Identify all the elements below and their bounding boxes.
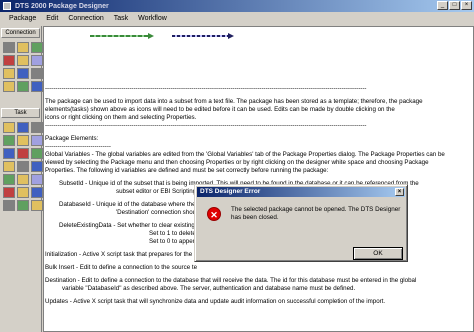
- transfer-db-icon[interactable]: [31, 174, 43, 185]
- connection-panel-header[interactable]: Connection: [1, 28, 40, 38]
- annotation-line: Updates - Active X script task that will…: [45, 298, 386, 305]
- olap-task-icon[interactable]: [31, 200, 43, 211]
- success-arrow-head: [148, 33, 154, 39]
- transfer-logins-icon[interactable]: [3, 187, 15, 198]
- completion-arrow-head: [228, 33, 234, 39]
- mail-icon[interactable]: [31, 135, 43, 146]
- execute-sql-icon[interactable]: [3, 135, 15, 146]
- excel-icon[interactable]: [31, 42, 43, 53]
- dynamic-props-icon[interactable]: [3, 174, 15, 185]
- maximize-button[interactable]: □: [449, 1, 460, 10]
- app-icon[interactable]: [3, 2, 11, 10]
- odbc-dsn-icon[interactable]: [17, 81, 29, 92]
- window-controls: _ □ ×: [437, 1, 472, 10]
- menu-edit[interactable]: Edit: [41, 15, 63, 22]
- menu-connection[interactable]: Connection: [63, 15, 108, 22]
- transform-task-icon[interactable]: [17, 122, 29, 133]
- annotation-line: The package can be used to import data i…: [45, 98, 423, 105]
- annotation-line: Global Variables - The global variables …: [45, 151, 445, 158]
- transfer-jobs-icon[interactable]: [17, 187, 29, 198]
- toolbox: Connection Task: [0, 26, 43, 332]
- close-button[interactable]: ×: [461, 1, 472, 10]
- other-connection-icon[interactable]: [31, 81, 43, 92]
- transfer-procs-icon[interactable]: [3, 200, 15, 211]
- error-dialog: DTS Designer Error × ✕ The selected pack…: [194, 184, 408, 262]
- paradox-icon[interactable]: [31, 68, 43, 79]
- title-bar: DTS 2000 Package Designer _ □ ×: [0, 0, 474, 12]
- connection-icons: [0, 40, 43, 94]
- task-panel-header[interactable]: Task: [1, 108, 40, 118]
- task-icons: [0, 120, 43, 213]
- data-link-icon[interactable]: [3, 81, 15, 92]
- dialog-title-bar[interactable]: DTS Designer Error ×: [197, 187, 405, 197]
- dialog-title: DTS Designer Error: [200, 188, 261, 195]
- menu-package[interactable]: Package: [4, 15, 41, 22]
- sql-server-icon[interactable]: [3, 42, 15, 53]
- annotation-line: Bulk Insert - Edit to define a connectio…: [45, 264, 198, 271]
- minimize-button[interactable]: _: [437, 1, 448, 10]
- annotation-line: elements(tasks) shown above as icons wil…: [45, 106, 395, 113]
- copy-objects-icon[interactable]: [3, 148, 15, 159]
- package-task-icon[interactable]: [31, 161, 43, 172]
- script-task-icon[interactable]: [3, 122, 15, 133]
- annotation-line: variable "DatabaseId" as described above…: [62, 285, 356, 292]
- data-mining-icon[interactable]: [3, 161, 15, 172]
- message-queue-icon[interactable]: [17, 148, 29, 159]
- workflow-arrow-success[interactable]: [90, 33, 154, 39]
- annotation-line: ----------------------------------------…: [45, 85, 367, 92]
- window-title: DTS 2000 Package Designer: [15, 2, 109, 10]
- menu-workflow[interactable]: Workflow: [133, 15, 172, 22]
- oracle-icon[interactable]: [31, 55, 43, 66]
- error-icon: ✕: [207, 207, 221, 221]
- bulk-insert-icon[interactable]: [31, 122, 43, 133]
- annotation-line: ----------------------------------------…: [45, 122, 367, 129]
- html-icon[interactable]: [17, 68, 29, 79]
- ok-button[interactable]: OK: [353, 247, 403, 260]
- process-task-icon[interactable]: [17, 161, 29, 172]
- access-icon[interactable]: [3, 55, 15, 66]
- dbase-icon[interactable]: [3, 68, 15, 79]
- designer-canvas[interactable]: ----------------------------------------…: [43, 26, 474, 332]
- odbc-icon[interactable]: [17, 55, 29, 66]
- ftp-icon[interactable]: [17, 135, 29, 146]
- menu-bar: Package Edit Connection Task Workflow: [0, 12, 474, 24]
- menu-task[interactable]: Task: [109, 15, 133, 22]
- success-arrow-line: [90, 35, 148, 37]
- analysis-task-icon[interactable]: [31, 148, 43, 159]
- annotation-line: Package Elements:: [45, 135, 99, 142]
- custom-task-icon[interactable]: [17, 174, 29, 185]
- transfer-errors-icon[interactable]: [31, 187, 43, 198]
- text-file-icon[interactable]: [17, 42, 29, 53]
- dialog-message: The selected package cannot be opened. T…: [231, 206, 401, 221]
- workflow-arrow-completion[interactable]: [172, 33, 234, 39]
- annotation-line: Destination - Edit to define a connectio…: [45, 277, 417, 284]
- completion-arrow-line: [172, 35, 228, 37]
- annotation-line: Properties. The following id variables a…: [45, 167, 329, 174]
- annotation-line: viewed by selecting the Package menu and…: [45, 159, 429, 166]
- data-driven-query-icon[interactable]: [17, 200, 29, 211]
- dialog-close-button[interactable]: ×: [395, 188, 404, 196]
- annotation-line: --------------------------------: [45, 143, 111, 150]
- annotation-line: icons or right clicking on them and sele…: [45, 114, 197, 121]
